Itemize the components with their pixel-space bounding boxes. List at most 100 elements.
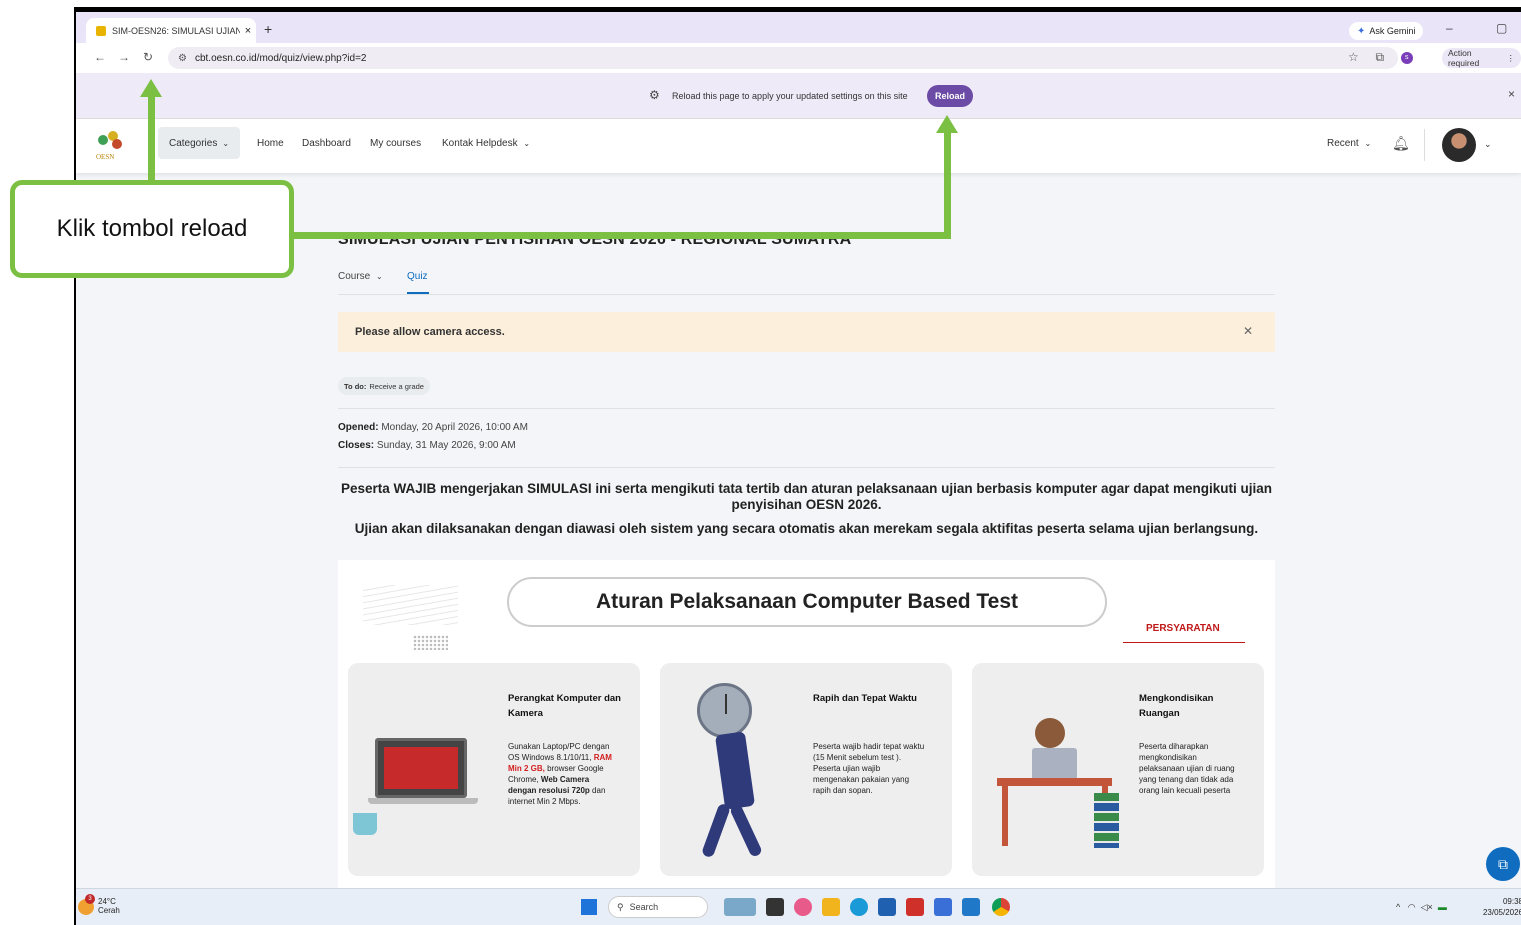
- divider: [1424, 129, 1425, 161]
- books-illustration: [1094, 793, 1119, 848]
- desk-leg: [1002, 786, 1008, 846]
- poster-heading: Aturan Pelaksanaan Computer Based Test: [507, 577, 1107, 627]
- categories-dropdown[interactable]: Categories ⌄: [158, 127, 240, 159]
- user-avatar[interactable]: [1442, 128, 1476, 162]
- card-body: Peserta wajib hadir tepat waktu (15 Meni…: [813, 742, 925, 795]
- logo-text: OESN: [96, 153, 115, 161]
- widgets-icon[interactable]: [724, 898, 756, 916]
- cast-icon[interactable]: ⧉: [1375, 50, 1384, 64]
- chevron-up-icon: ^: [1396, 902, 1401, 912]
- categories-label: Categories: [168, 137, 218, 149]
- app-icon[interactable]: [934, 898, 952, 916]
- weather-temp: 24°C: [98, 897, 116, 906]
- weather-widget[interactable]: 3 24°C Cerah: [78, 894, 120, 915]
- todo-value: Receive a grade: [369, 381, 424, 391]
- requirement-card-punctuality: Rapih dan Tepat Waktu Peserta wajib hadi…: [660, 663, 952, 876]
- system-tray[interactable]: ^ ◠ ◁× ▬: [1396, 902, 1447, 913]
- tab-course-label: Course: [338, 271, 371, 282]
- card-title: Mengkondisikan Ruangan: [1139, 693, 1214, 719]
- nav-helpdesk[interactable]: Kontak Helpdesk ⌄: [442, 138, 530, 149]
- closes-value: Sunday, 31 May 2026, 9:00 AM: [376, 440, 516, 451]
- chevron-down-icon[interactable]: ⌄: [1484, 139, 1492, 150]
- helpdesk-label: Kontak Helpdesk: [442, 138, 518, 149]
- closes-date: Closes: Sunday, 31 May 2026, 9:00 AM: [338, 440, 516, 451]
- chevron-down-icon: ⌄: [222, 138, 230, 148]
- url-input[interactable]: ⚙ cbt.oesn.co.id/mod/quiz/view.php?id=2: [168, 47, 1398, 69]
- annotation-callout-text: Klik tombol reload: [56, 215, 248, 242]
- section-label: PERSYARATAN: [1146, 623, 1220, 634]
- taskbar-search[interactable]: ⚲ Search: [608, 896, 708, 918]
- battery-icon: ▬: [1437, 902, 1447, 912]
- clock-illustration: [697, 683, 752, 738]
- windows-start-icon[interactable]: [581, 899, 597, 915]
- copilot-icon[interactable]: [794, 898, 812, 916]
- action-required-button[interactable]: Action required ⋮: [1442, 48, 1521, 68]
- app-icon[interactable]: [906, 898, 924, 916]
- annotation-arrow-up-icon: [140, 79, 162, 97]
- opened-value: Monday, 20 April 2026, 10:00 AM: [381, 422, 528, 433]
- nav-home[interactable]: Home: [257, 138, 284, 149]
- profile-icon[interactable]: s: [1400, 51, 1413, 64]
- action-required-label: Action required: [1448, 48, 1480, 68]
- browser-tab-bar: SIM-OESN26: SIMULASI UJIAN × + ✦ Ask Gem…: [76, 7, 1521, 43]
- new-tab-button[interactable]: +: [264, 21, 272, 37]
- reload-icon[interactable]: ↻: [143, 50, 153, 64]
- back-arrow-icon[interactable]: ←: [94, 50, 106, 64]
- tab-close-button[interactable]: ×: [240, 25, 256, 37]
- alert-close-button[interactable]: ✕: [1243, 324, 1253, 338]
- opened-date: Opened: Monday, 20 April 2026, 10:00 AM: [338, 422, 528, 433]
- nav-my-courses[interactable]: My courses: [370, 138, 421, 149]
- ask-gemini-label: Ask Gemini: [1369, 26, 1416, 36]
- chevron-down-icon: ⌄: [1364, 139, 1372, 148]
- forward-arrow-icon[interactable]: →: [118, 50, 130, 64]
- oesn-logo[interactable]: OESN: [96, 131, 124, 163]
- task-view-icon[interactable]: [766, 898, 784, 916]
- address-bar-row: ← → ↻ ⚙ cbt.oesn.co.id/mod/quiz/view.php…: [76, 43, 1521, 73]
- store-icon[interactable]: [878, 898, 896, 916]
- gemini-sparkle-icon: ✦: [1357, 25, 1366, 37]
- logo-leaf-icon: [112, 139, 122, 149]
- notification-bell-icon[interactable]: 🔔︎: [1392, 135, 1410, 152]
- notification-badge: 3: [85, 894, 95, 904]
- chrome-icon[interactable]: [992, 898, 1010, 916]
- file-explorer-icon[interactable]: [822, 898, 840, 916]
- recent-dropdown[interactable]: Recent ⌄: [1327, 138, 1371, 149]
- browser-tab[interactable]: SIM-OESN26: SIMULASI UJIAN ×: [86, 18, 256, 43]
- windows-taskbar: 3 24°C Cerah ⚲ Search ^ ◠ ◁× ▬ 09:38 23/…: [76, 888, 1521, 925]
- divider: [338, 408, 1275, 409]
- desktop-screen: SIM-OESN26: SIMULASI UJIAN × + ✦ Ask Gem…: [74, 7, 1521, 925]
- bookmark-star-icon[interactable]: ☆: [1348, 50, 1359, 64]
- annotation-connector: [944, 131, 951, 239]
- plant-illustration: [353, 813, 377, 835]
- person-illustration: [1035, 718, 1065, 748]
- window-controls[interactable]: – ▢ ✕: [1446, 21, 1521, 35]
- outlook-icon[interactable]: [962, 898, 980, 916]
- active-tab-indicator: [407, 292, 429, 294]
- annotation-connector: [148, 94, 155, 184]
- divider: [338, 467, 1275, 468]
- ask-gemini-button[interactable]: ✦ Ask Gemini: [1349, 22, 1424, 40]
- description-paragraph-1: Peserta WAJIB mengerjakan SIMULASI ini s…: [341, 481, 1272, 512]
- rules-poster: Aturan Pelaksanaan Computer Based Test P…: [338, 560, 1275, 890]
- infobar-message: Reload this page to apply your updated s…: [672, 91, 908, 101]
- tab-course[interactable]: Course ⌄: [338, 271, 383, 282]
- infobar-close-button[interactable]: ×: [1508, 87, 1515, 101]
- url-text: cbt.oesn.co.id/mod/quiz/view.php?id=2: [194, 52, 367, 64]
- reload-button[interactable]: Reload: [927, 85, 973, 107]
- chevron-down-icon: ⌄: [523, 139, 531, 148]
- weather-desc: Cerah: [98, 906, 120, 915]
- camera-alert-text: Please allow camera access.: [355, 326, 505, 338]
- taskbar-clock[interactable]: 09:38 23/05/2026: [1477, 896, 1521, 918]
- todo-badge: To do: Receive a grade: [338, 377, 430, 395]
- expand-button[interactable]: ⧉: [1486, 847, 1520, 881]
- person-leg: [700, 802, 732, 859]
- card-title: Rapih dan Tepat Waktu: [813, 693, 917, 704]
- favicon-icon: [96, 25, 106, 36]
- tab-quiz[interactable]: Quiz: [407, 271, 428, 282]
- site-settings-icon[interactable]: ⚙: [178, 53, 187, 64]
- decorative-waves: [363, 585, 458, 625]
- nav-dashboard[interactable]: Dashboard: [302, 138, 351, 149]
- edge-icon[interactable]: [850, 898, 868, 916]
- expand-icon: ⧉: [1498, 855, 1508, 872]
- todo-label: To do:: [344, 381, 367, 391]
